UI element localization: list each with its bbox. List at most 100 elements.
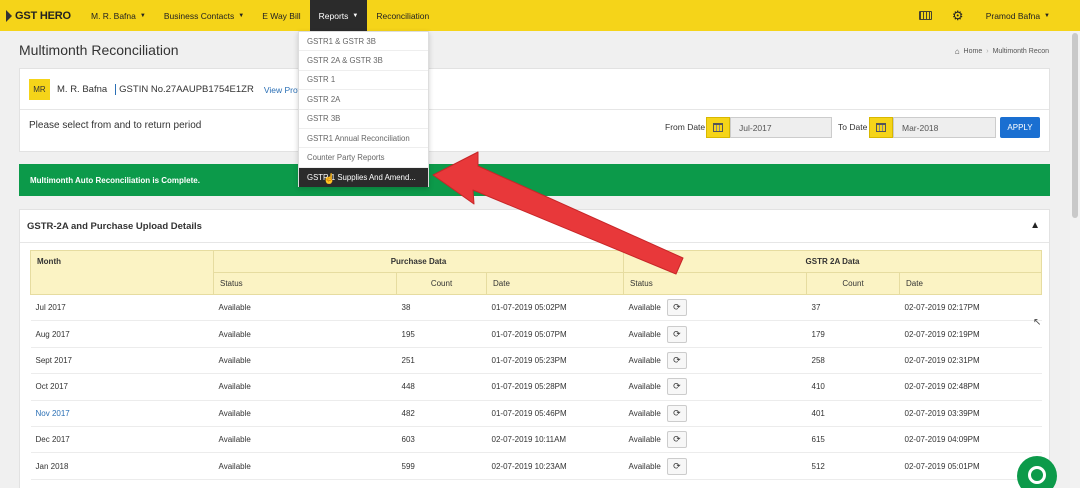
brand-logo[interactable]: GST HERO [0, 0, 82, 31]
purchase-count-cell: 251 [396, 347, 487, 375]
purchase-status-cell: Available [213, 320, 397, 348]
breadcrumb: ⌂ Home › Multimonth Recon [955, 47, 1049, 56]
menu-item-gstr1-annual-recon[interactable]: GSTR1 Annual Reconciliation [299, 129, 428, 149]
gstr2a-date-cell: 02-07-2019 02:48PM [899, 373, 1042, 401]
divider [20, 242, 1049, 243]
divider [20, 109, 1049, 110]
gstr2a-date-cell: 02-07-2019 04:09PM [899, 426, 1042, 454]
reports-dropdown: GSTR1 & GSTR 3B GSTR 2A & GSTR 3B GSTR 1… [298, 31, 429, 188]
company-panel: MR M. R. Bafna GSTIN No.27AAUPB1754E1ZR … [19, 68, 1050, 152]
status-wrap: Available ⟳ [628, 404, 802, 422]
refresh-button[interactable]: ⟳ [666, 351, 687, 369]
keyboard-icon [919, 11, 933, 20]
nav-business-contacts[interactable]: Business Contacts ▼ [155, 0, 253, 31]
nav-company-menu[interactable]: M. R. Bafna ▼ [82, 0, 155, 31]
purchase-date-cell: 02-07-2019 10:11AM [486, 426, 624, 454]
to-date-group: Mar-2018 [869, 117, 996, 138]
refresh-button[interactable]: ⟳ [666, 457, 687, 475]
refresh-button[interactable]: ⟳ [666, 431, 687, 449]
gstr2a-date-cell: 02-07-2019 02:17PM [899, 294, 1042, 322]
menu-item-gstr1[interactable]: GSTR 1 [299, 71, 428, 91]
apply-button[interactable]: APPLY [1000, 117, 1040, 138]
status-wrap: Available ⟳ [629, 457, 802, 475]
arrow-cursor-icon: ↖ [1033, 317, 1042, 328]
status-label: Available [628, 329, 661, 339]
purchase-count-cell: 482 [396, 400, 487, 427]
month-cell: Nov 2017 [30, 400, 214, 427]
purchase-status-cell: Available [213, 452, 397, 480]
details-title: GSTR-2A and Purchase Upload Details [27, 221, 202, 232]
gstr2a-status-cell: Available ⟳ [623, 452, 807, 480]
menu-item-counter-party[interactable]: Counter Party Reports [299, 148, 428, 168]
gstr2a-date-cell: 02-07-2019 02:19PM [899, 320, 1042, 348]
status-label: Available [628, 303, 661, 313]
nav-label: Business Contacts [163, 10, 235, 21]
purchase-date-cell: 02-07-2019 10:23AM [486, 452, 624, 480]
menu-item-gstr1-gstr3b[interactable]: GSTR1 & GSTR 3B [299, 32, 428, 52]
breadcrumb-home[interactable]: Home [964, 48, 983, 55]
purchase-count-cell: 448 [396, 373, 487, 401]
nav-eway-bill[interactable]: E Way Bill [253, 0, 309, 31]
period-prompt: Please select from and to return period [29, 120, 202, 131]
col-month: Month [30, 250, 214, 295]
home-icon: ⌂ [954, 47, 960, 56]
purchase-status-cell: Available [213, 400, 397, 427]
scroll-thumb[interactable] [1072, 33, 1078, 218]
col-gstr2a-data: GSTR 2A Data [623, 250, 1043, 273]
refresh-icon: ⟳ [673, 302, 681, 313]
refresh-button[interactable]: ⟳ [666, 325, 687, 343]
purchase-date-cell: 01-07-2019 05:46PM [486, 400, 624, 427]
menu-item-gstr2a[interactable]: GSTR 2A [299, 90, 428, 110]
from-date-label: From Date [665, 122, 706, 132]
nav-reports[interactable]: Reports ▼ [309, 0, 368, 31]
status-label: Available [628, 408, 661, 418]
gstr2a-count-cell: 615 [806, 426, 900, 454]
gstin-number: GSTIN No.27AAUPB1754E1ZR [115, 84, 254, 95]
company-avatar: MR [29, 79, 50, 100]
status-wrap: Available ⟳ [629, 431, 802, 449]
calendar-icon [713, 123, 723, 132]
gstr2a-count-cell: 258 [806, 347, 900, 375]
refresh-button[interactable]: ⟳ [666, 404, 687, 422]
chevron-up-icon[interactable]: ▲ [1030, 220, 1040, 231]
nav-reconciliation[interactable]: Reconciliation [367, 0, 438, 31]
caret-down-icon: ▼ [352, 12, 359, 19]
menu-item-gstr1-supplies-amend[interactable]: GSTR 1 Supplies And Amend... [299, 167, 428, 188]
status-wrap: Available ⟳ [628, 299, 802, 317]
gear-icon: ⚙ [951, 7, 964, 23]
page-scrollbar[interactable] [1070, 31, 1080, 488]
to-date-input[interactable]: Mar-2018 [893, 117, 996, 138]
col-gstr2a-date: Date [899, 272, 1043, 295]
settings-button[interactable]: ⚙ [942, 0, 974, 31]
menu-item-gstr2a-gstr3b[interactable]: GSTR 2A & GSTR 3B [299, 51, 428, 71]
menu-item-gstr3b[interactable]: GSTR 3B [299, 110, 428, 129]
month-cell: Sept 2017 [30, 347, 214, 375]
details-panel: GSTR-2A and Purchase Upload Details ▲ Mo… [19, 209, 1050, 488]
gstr2a-count-cell: 401 [806, 400, 900, 427]
refresh-button[interactable]: ⟳ [666, 299, 687, 317]
breadcrumb-current: Multimonth Recon [992, 48, 1049, 55]
from-date-group: Jul-2017 [706, 117, 832, 138]
status-wrap: Available ⟳ [628, 325, 802, 343]
month-cell: Jan 2018 [30, 452, 214, 480]
breadcrumb-separator: › [986, 48, 989, 55]
purchase-date-cell: 01-07-2019 05:02PM [486, 294, 624, 322]
company-header: MR M. R. Bafna GSTIN No.27AAUPB1754E1ZR … [29, 79, 302, 100]
keyboard-button[interactable] [910, 0, 942, 31]
month-cell: Dec 2017 [30, 426, 214, 454]
recon-table: Month Purchase Data GSTR 2A Data Status … [30, 250, 1043, 480]
table-row: Aug 2017 Available 195 01-07-2019 05:07PM Av… [30, 320, 1042, 348]
col-purchase-count: Count [396, 272, 487, 295]
refresh-button[interactable]: ⟳ [666, 378, 687, 396]
chat-widget-button[interactable] [1017, 456, 1057, 488]
from-calendar-button[interactable] [706, 117, 730, 138]
purchase-count-cell: 38 [396, 294, 487, 322]
status-wrap: Available ⟳ [629, 378, 802, 396]
nav-label: Reports [318, 10, 349, 21]
to-calendar-button[interactable] [869, 117, 893, 138]
view-profile-link[interactable]: View Profi [264, 85, 302, 95]
company-name: M. R. Bafna [57, 84, 108, 95]
from-date-input[interactable]: Jul-2017 [730, 117, 832, 138]
col-gstr2a-status: Status [623, 272, 808, 295]
user-menu[interactable]: Pramod Bafna ▼ [974, 0, 1080, 31]
